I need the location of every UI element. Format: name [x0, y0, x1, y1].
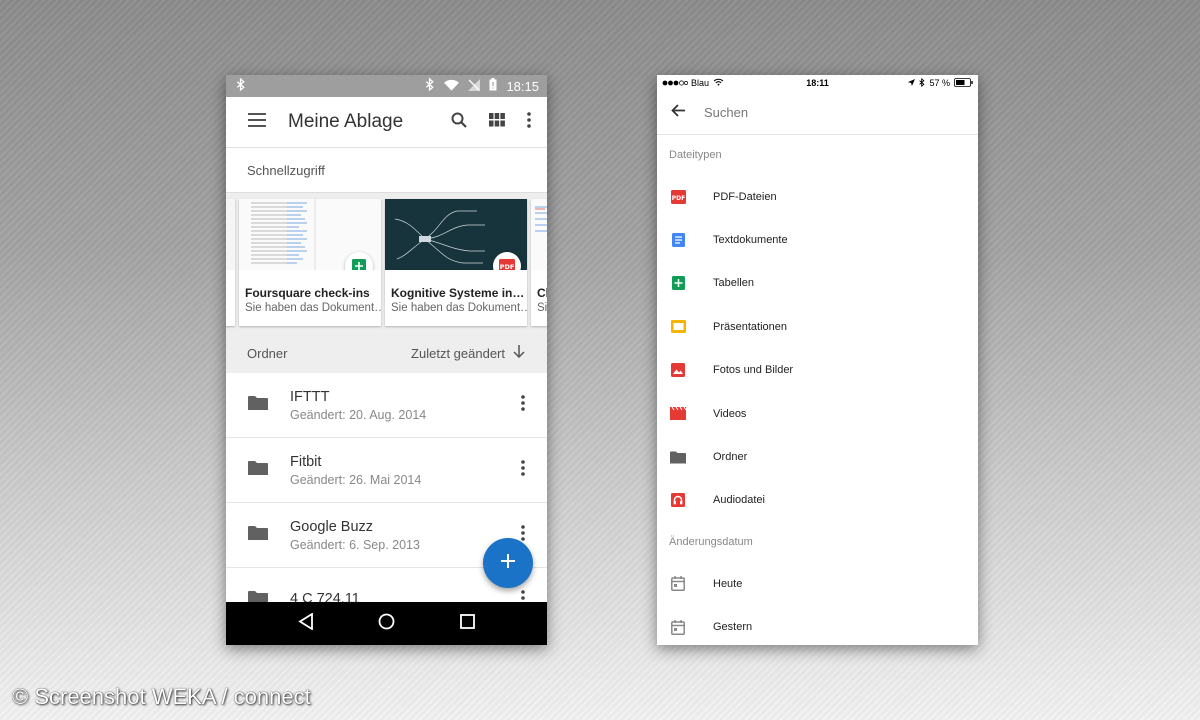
svg-text:PDF: PDF: [500, 263, 515, 270]
filter-label: PDF-Dateien: [713, 190, 777, 203]
filter-spreadsheets[interactable]: Tabellen: [657, 262, 978, 305]
filter-images[interactable]: Fotos und Bilder: [657, 349, 978, 392]
bluetooth-icon: [425, 77, 435, 94]
add-new-button[interactable]: [483, 538, 533, 588]
filter-audio[interactable]: Audiodatei: [657, 479, 978, 522]
folder-row[interactable]: IFTTT Geändert: 20. Aug. 2014: [226, 373, 547, 438]
filter-label: Textdokumente: [713, 234, 788, 247]
page-title: Meine Ablage: [288, 111, 404, 132]
search-input[interactable]: [704, 105, 944, 120]
sort-label: Zuletzt geändert: [411, 345, 505, 361]
filter-folders[interactable]: Ordner: [657, 435, 978, 478]
android-navigation-bar: [226, 602, 547, 645]
quick-access-card-partial-left[interactable]: [226, 199, 235, 326]
audio-icon: [670, 492, 686, 508]
quick-access-carousel[interactable]: Foursquare check-ins Sie haben das Dokum…: [226, 193, 547, 333]
folder-name: Google Buzz: [290, 518, 374, 535]
filter-label: Heute: [713, 577, 743, 590]
no-signal-icon: [468, 78, 481, 94]
card-title: Foursquare check-ins: [245, 286, 370, 300]
wifi-icon: [444, 79, 460, 94]
folder-modified: Geändert: 26. Mai 2014: [290, 472, 422, 487]
slides-icon: [670, 319, 686, 335]
quick-access-card[interactable]: Foursquare check-ins Sie haben das Dokum…: [239, 199, 381, 326]
search-icon[interactable]: [451, 112, 467, 133]
file-types-header: Dateitypen: [669, 149, 722, 161]
card-subtitle: Sie haben das Dokument…: [391, 302, 527, 314]
filter-pdf[interactable]: PDF PDF-Dateien: [657, 175, 978, 218]
card-subtitle: Sie: [537, 302, 547, 314]
battery-icon: [489, 78, 497, 94]
folders-sort-bar: Ordner Zuletzt geändert: [226, 333, 547, 373]
image-icon: [670, 362, 686, 378]
filter-presentations[interactable]: Präsentationen: [657, 305, 978, 348]
quick-access-card-partial-right[interactable]: Ch Sie: [531, 199, 547, 326]
overflow-menu-icon[interactable]: [527, 111, 531, 133]
plus-icon: [501, 553, 515, 573]
filter-videos[interactable]: Videos: [657, 392, 978, 435]
spreadsheet-thumbnail: [239, 199, 381, 270]
filter-label: Tabellen: [713, 277, 754, 290]
filter-label: Videos: [713, 407, 747, 420]
arrow-down-icon: [513, 345, 525, 361]
video-icon: [670, 406, 686, 422]
search-bar: [657, 91, 978, 135]
calendar-icon: [670, 576, 686, 592]
copyright-watermark: © Screenshot WEKA / connect: [12, 684, 311, 709]
back-nav-icon[interactable]: [298, 611, 314, 635]
folder-name: Fitbit: [290, 453, 322, 470]
folder-icon: [248, 460, 268, 481]
folder-modified: Geändert: 6. Sep. 2013: [290, 537, 420, 552]
menu-icon[interactable]: [248, 112, 266, 132]
filter-today[interactable]: Heute: [657, 562, 978, 605]
back-arrow-icon[interactable]: [671, 103, 685, 122]
folder-modified: Geändert: 20. Aug. 2014: [290, 407, 427, 422]
home-nav-icon[interactable]: [378, 613, 395, 635]
bluetooth-notification-icon: [236, 77, 246, 94]
calendar-icon: [670, 619, 686, 635]
grid-view-icon[interactable]: [489, 112, 505, 132]
filter-label: Audiodatei: [713, 494, 765, 507]
quick-access-header: Schnellzugriff: [226, 148, 547, 193]
android-drive-screen: 18:15 Meine Ablage Schnellzugriff Foursq…: [226, 75, 547, 645]
folder-icon: [670, 449, 686, 465]
background-texture: [0, 0, 1200, 720]
filter-label: Gestern: [713, 621, 753, 634]
filter-label: Ordner: [713, 451, 748, 464]
android-status-bar: 18:15: [226, 75, 547, 97]
sheets-icon: [670, 275, 686, 291]
pdf-icon: PDF: [670, 189, 686, 205]
filter-documents[interactable]: Textdokumente: [657, 218, 978, 261]
modified-date-header: Änderungsdatum: [669, 536, 753, 549]
ios-search-screen: Blau 18:11 57 % Dateitypen PDF PDF-: [657, 75, 978, 645]
card-subtitle: Sie haben das Dokument…: [245, 302, 381, 314]
filter-yesterday[interactable]: Gestern: [657, 606, 978, 645]
folder-row[interactable]: Fitbit Geändert: 26. Mai 2014: [226, 438, 547, 503]
filter-label: Fotos und Bilder: [713, 364, 794, 377]
status-time: 18:15: [506, 78, 539, 94]
card-title: Kognitive Systeme in…: [391, 286, 525, 300]
app-bar: Meine Ablage: [226, 97, 547, 148]
folder-name: IFTTT: [290, 388, 330, 405]
card-title: Ch: [537, 286, 547, 300]
folder-icon: [248, 525, 268, 546]
status-time: 18:11: [806, 78, 829, 88]
recents-nav-icon[interactable]: [459, 613, 475, 634]
quick-access-card[interactable]: PDF Kognitive Systeme in… Sie haben das …: [385, 199, 527, 326]
sort-button[interactable]: Zuletzt geändert: [411, 345, 525, 361]
mindmap-thumbnail: PDF: [385, 199, 527, 270]
more-options-icon[interactable]: [521, 459, 525, 481]
ios-status-bar: Blau 18:11 57 %: [657, 75, 978, 91]
more-options-icon[interactable]: [521, 394, 525, 416]
folders-label: Ordner: [247, 345, 288, 361]
filter-label: Präsentationen: [713, 320, 787, 333]
docs-icon: [670, 232, 686, 248]
svg-text:PDF: PDF: [671, 194, 684, 201]
folder-icon: [248, 395, 268, 416]
